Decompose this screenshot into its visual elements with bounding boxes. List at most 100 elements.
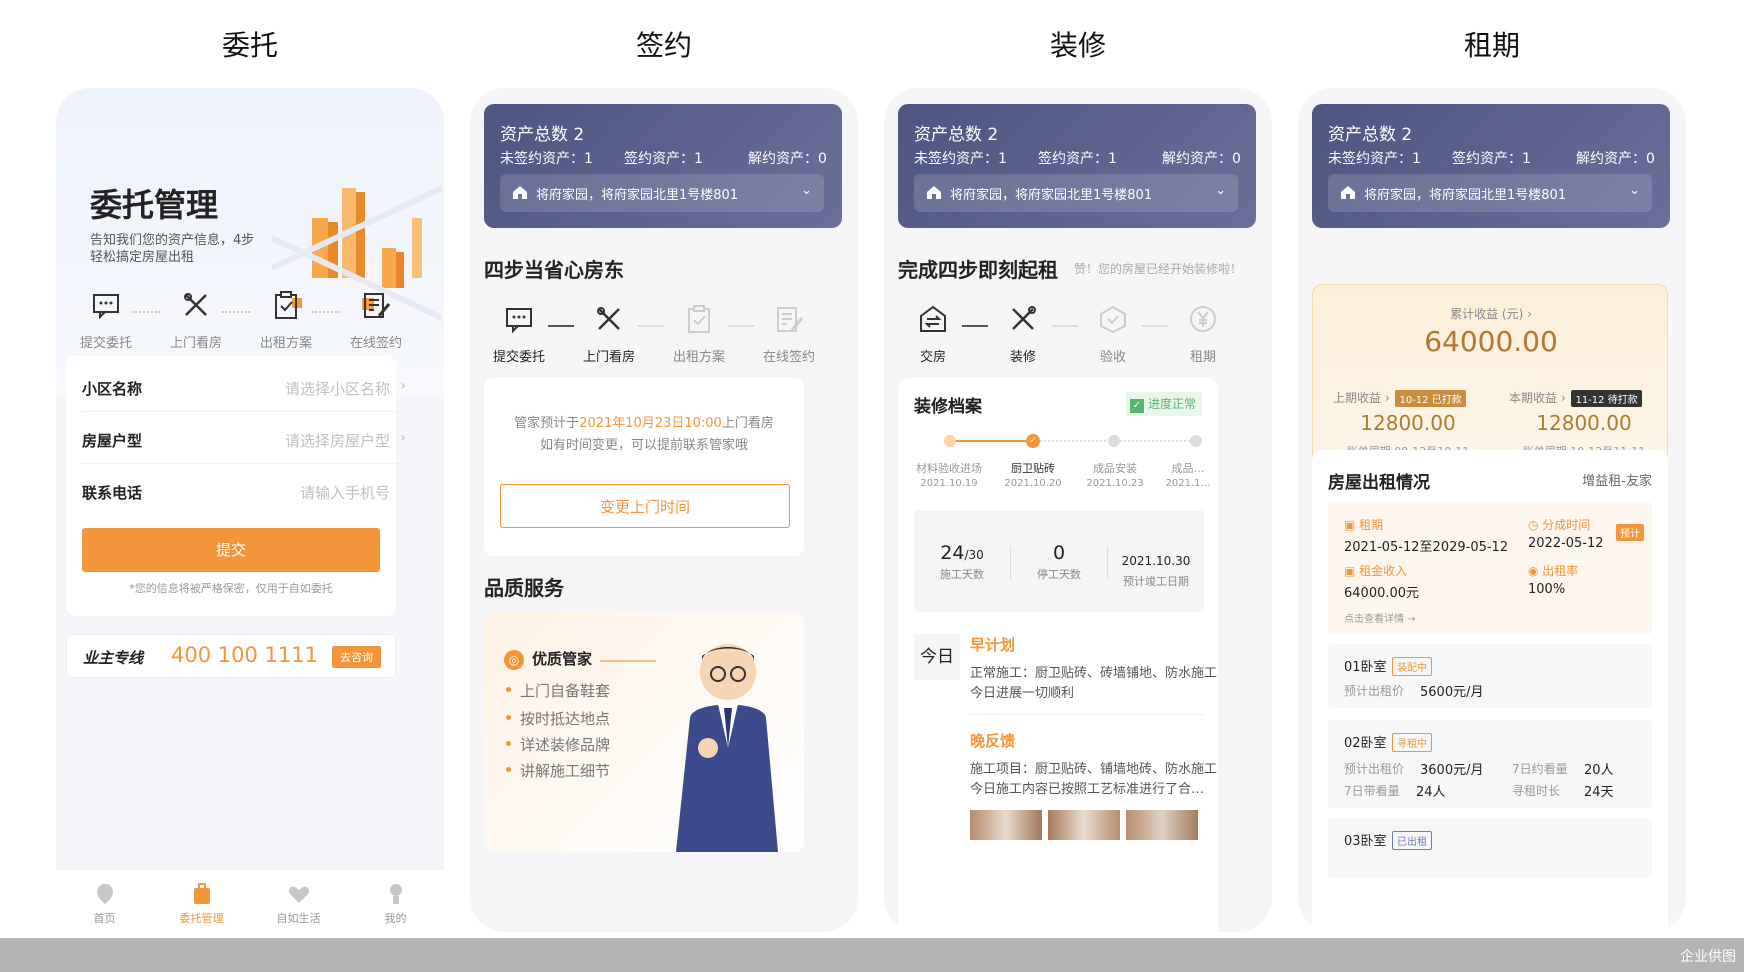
stats-panel: 24/30 施工天数 0 停工天数 2021.10.30 预计竣工日期 bbox=[914, 510, 1204, 612]
timeline-dot-done bbox=[944, 435, 956, 447]
rental-section-title: 房屋出租情况 bbox=[1328, 473, 1430, 493]
page-subtitle: 告知我们您的资产信息，4步轻松搞定房屋出租 bbox=[90, 233, 255, 265]
site-photo[interactable] bbox=[1048, 810, 1120, 840]
address-text: 将府家园，将府家园北里1号楼801 bbox=[950, 188, 1153, 203]
nav-home[interactable]: 首页 bbox=[56, 870, 153, 932]
last-income-label[interactable]: 上期收益 › 10-12 已打款 bbox=[1333, 389, 1466, 407]
nav-entrust[interactable]: 委托管理 bbox=[153, 870, 250, 932]
step-connector bbox=[132, 311, 160, 313]
clipboard-check-icon bbox=[275, 291, 297, 319]
step-label: 装修 bbox=[1009, 350, 1036, 365]
asset-signed: 签约资产：1 bbox=[1038, 151, 1117, 167]
timeline-dot-pending bbox=[1108, 435, 1120, 447]
room-field-label: 7日约看量 bbox=[1512, 762, 1568, 776]
stat-value: 0 bbox=[1052, 542, 1066, 564]
room-field-label: 7日带看量 bbox=[1344, 784, 1400, 798]
house-type-field[interactable]: 房屋户型 请选择房屋户型 › bbox=[82, 412, 406, 464]
nav-mine[interactable]: 我的 bbox=[347, 870, 444, 932]
lease-summary[interactable]: ▣ 租期 2021-05-12至2029-05-12 ◷ 分成时间 2022-0… bbox=[1328, 502, 1652, 634]
progress-badge: ✓ 进度正常 bbox=[1125, 392, 1202, 416]
asset-total: 资产总数 2 bbox=[1328, 125, 1413, 145]
room-name: 02卧室 bbox=[1344, 736, 1387, 751]
income-total-label[interactable]: 累计收益 (元) › bbox=[1313, 305, 1669, 322]
rent-income-label: ▣ 租金收入 bbox=[1344, 564, 1408, 578]
timeline-date: 2021.1… bbox=[1165, 478, 1211, 489]
room-status-tag: 装配中 bbox=[1392, 657, 1432, 676]
phone-field[interactable]: 联系电话 请输入手机号 bbox=[82, 464, 406, 516]
room-card[interactable]: 01卧室 装配中 预计出租价 5600元/月 bbox=[1328, 644, 1652, 708]
address-select[interactable]: 将府家园，将府家园北里1号楼801 ⌄ bbox=[914, 174, 1238, 212]
nav-life[interactable]: 自如生活 bbox=[250, 870, 347, 932]
room-card[interactable]: 02卧室 寻租中 预计出租价 3600元/月 7日约看量 20人 7日带看量 2… bbox=[1328, 720, 1652, 808]
split-label-text: 分成时间 bbox=[1542, 518, 1591, 532]
quality-service-card: ◎ 优质管家 上门自备鞋套 按时抵达地点 详述装修品牌 讲解施工细节 bbox=[484, 612, 804, 852]
entrust-form-card: 小区名称 请选择小区名称 › 房屋户型 请选择房屋户型 › 联系电话 请输入手机… bbox=[66, 356, 406, 616]
praise-text: 赞！您的房屋已经开始装修啦！ bbox=[1074, 262, 1243, 276]
home-pin-icon bbox=[96, 884, 113, 904]
consult-button[interactable]: 去咨询 bbox=[332, 646, 381, 668]
check-badge-icon: ✓ bbox=[1129, 399, 1144, 413]
timeline-item: 厨卫贴砖 2021.10.20 bbox=[988, 460, 1078, 489]
pulse-heart-icon bbox=[288, 886, 309, 903]
asset-summary-card: 资产总数 2 未签约资产：1 签约资产：1 解约资产：0 将府家园，将府家园北里… bbox=[1312, 104, 1670, 228]
chevron-down-icon: ⌄ bbox=[1215, 183, 1226, 198]
column-title-entrust: 委托 bbox=[221, 29, 278, 62]
step-label: 租期 bbox=[1189, 350, 1216, 365]
step-label: 出租方案 bbox=[259, 336, 312, 351]
step-sign: 在线签约 bbox=[331, 290, 421, 351]
field-placeholder: 请选择小区名称 bbox=[284, 380, 390, 398]
address-select[interactable]: 将府家园，将府家园北里1号楼801 ⌄ bbox=[1328, 174, 1652, 212]
timeline-line-done bbox=[950, 440, 1032, 442]
timeline-date: 2021.10.23 bbox=[1086, 478, 1144, 489]
section-title: 完成四步即刻起租 bbox=[898, 258, 1058, 282]
address-text: 将府家园，将府家园北里1号楼801 bbox=[1364, 188, 1567, 203]
home-icon bbox=[926, 184, 942, 204]
step-label: 在线签约 bbox=[349, 336, 402, 351]
community-field[interactable]: 小区名称 请选择小区名称 › bbox=[82, 360, 406, 412]
rental-status-card: 房屋出租情况 增益租-友家 ▣ 租期 2021-05-12至2029-05-12… bbox=[1312, 450, 1668, 932]
submit-button[interactable]: 提交 bbox=[82, 528, 380, 572]
address-select[interactable]: 将府家园，将府家园北里1号楼801 ⌄ bbox=[500, 174, 824, 212]
timeline-dot-pending bbox=[1190, 435, 1202, 447]
room-field-label: 预计出租价 bbox=[1344, 762, 1405, 776]
clipboard-check-icon bbox=[688, 305, 710, 333]
hotline-label: 业主专线 bbox=[83, 649, 144, 667]
timeline-name: 厨卫贴砖 bbox=[1011, 462, 1055, 475]
stat-suffix: /30 bbox=[964, 548, 984, 562]
home-icon bbox=[512, 184, 528, 204]
change-visit-time-button[interactable]: 变更上门时间 bbox=[500, 484, 790, 528]
document-pen-icon bbox=[777, 307, 804, 332]
chevron-down-icon: ⌄ bbox=[1629, 183, 1640, 198]
evening-feedback-line: 施工项目：厨卫贴砖、铺墙地砖、防水施工 bbox=[970, 762, 1218, 777]
timeline-item: 成品… 2021.1… bbox=[1160, 460, 1216, 489]
current-income-label[interactable]: 本期收益 › 11-12 待打款 bbox=[1509, 389, 1642, 407]
occupancy-label-text: 出租率 bbox=[1542, 564, 1579, 578]
home-icon bbox=[1340, 184, 1356, 204]
timeline-name: 成品安装 bbox=[1093, 462, 1137, 475]
yuan-circle-icon bbox=[1190, 306, 1216, 332]
asset-unsigned: 未签约资产：1 bbox=[500, 151, 593, 167]
lease-value: 2021-05-12至2029-05-12 bbox=[1344, 540, 1509, 555]
today-badge: 今日 bbox=[914, 634, 960, 680]
stat-label: 停工天数 bbox=[1037, 568, 1081, 581]
room-name: 01卧室 bbox=[1344, 660, 1387, 675]
room-field-value: 5600元/月 bbox=[1420, 685, 1484, 700]
nav-label: 我的 bbox=[384, 912, 407, 925]
view-detail-link[interactable]: 点击查看详情 → bbox=[1344, 610, 1416, 625]
step-label: 提交委托 bbox=[79, 336, 132, 351]
asset-signed: 签约资产：1 bbox=[1452, 151, 1531, 167]
asset-terminated: 解约资产：0 bbox=[1576, 151, 1655, 167]
step-label: 上门看房 bbox=[169, 336, 222, 351]
asset-terminated: 解约资产：0 bbox=[748, 151, 827, 167]
rent-income-value: 64000.00元 bbox=[1344, 586, 1420, 601]
room-card[interactable]: 03卧室 已出租 bbox=[1328, 818, 1652, 878]
archive-title: 装修档案 bbox=[914, 397, 982, 417]
badge-icon: ◎ bbox=[504, 650, 524, 670]
room-field-label: 寻租时长 bbox=[1512, 784, 1561, 798]
site-photo[interactable] bbox=[970, 810, 1042, 840]
service-bullet: 上门自备鞋套 bbox=[505, 682, 611, 700]
phone-renovation: 资产总数 2 未签约资产：1 签约资产：1 解约资产：0 将府家园，将府家园北里… bbox=[884, 88, 1272, 932]
site-photo[interactable] bbox=[1126, 810, 1198, 840]
hotline-number[interactable]: 400 100 1111 bbox=[171, 643, 318, 667]
timeline-item: 材料验收进场 2021.10.19 bbox=[904, 460, 994, 489]
